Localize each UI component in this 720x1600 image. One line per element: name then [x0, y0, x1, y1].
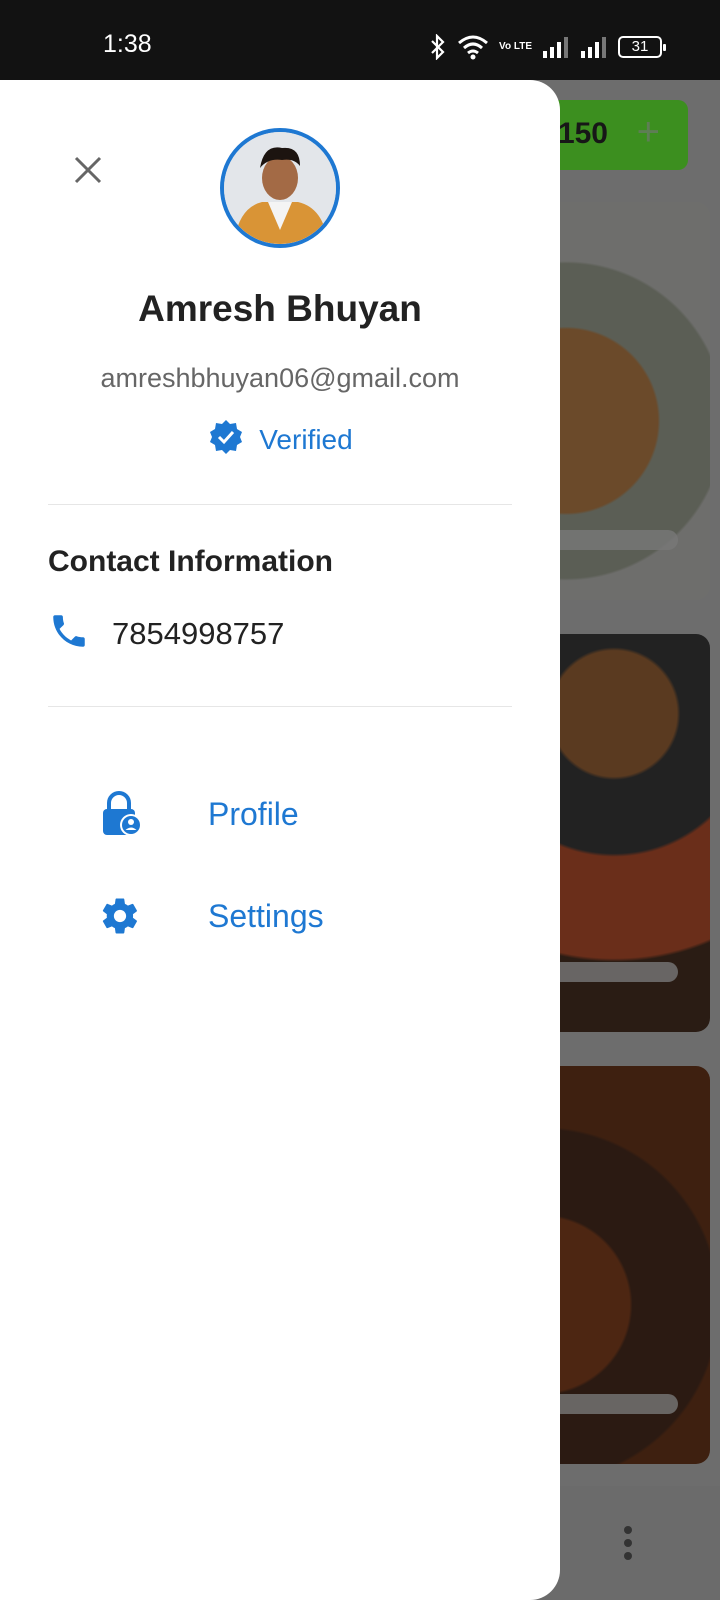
- volte-indicator: Vo LTE: [499, 41, 532, 52]
- divider: [48, 504, 512, 505]
- user-name: Amresh Bhuyan: [138, 288, 422, 329]
- menu-item-settings[interactable]: Settings: [96, 880, 516, 952]
- verified-icon: [207, 418, 245, 461]
- status-bar: 1:38 Vo LTE 31: [0, 0, 720, 80]
- wifi-icon: [457, 34, 489, 60]
- menu-item-label: Settings: [208, 897, 324, 934]
- verified-badge: Verified: [0, 418, 560, 461]
- verified-label: Verified: [259, 423, 353, 455]
- close-button[interactable]: [66, 150, 110, 194]
- signal-icon-2: [580, 36, 608, 58]
- navigation-drawer: Amresh Bhuyan amreshbhuyan06@gmail.com V…: [0, 80, 560, 1600]
- user-email: amreshbhuyan06@gmail.com: [100, 363, 460, 393]
- phone-number: 7854998757: [112, 615, 285, 651]
- phone-row[interactable]: 7854998757: [48, 610, 284, 657]
- bluetooth-icon: [429, 34, 447, 60]
- divider: [48, 706, 512, 707]
- signal-icon: [542, 36, 570, 58]
- status-icons: Vo LTE 31: [429, 34, 666, 60]
- add-icon: +: [636, 110, 660, 154]
- menu-item-label: Profile: [208, 795, 299, 832]
- phone-icon: [48, 610, 90, 657]
- battery-icon: 31: [618, 36, 666, 58]
- menu-item-profile[interactable]: Profile: [96, 778, 516, 850]
- lock-person-icon: [96, 791, 144, 837]
- contact-info-title: Contact Information: [48, 545, 333, 578]
- close-icon: [73, 155, 103, 190]
- more-vert-icon[interactable]: [622, 1525, 634, 1566]
- cart-amount: 150: [557, 117, 608, 150]
- avatar: [220, 128, 340, 248]
- gear-icon: [96, 895, 144, 937]
- status-time: 1:38: [103, 30, 152, 58]
